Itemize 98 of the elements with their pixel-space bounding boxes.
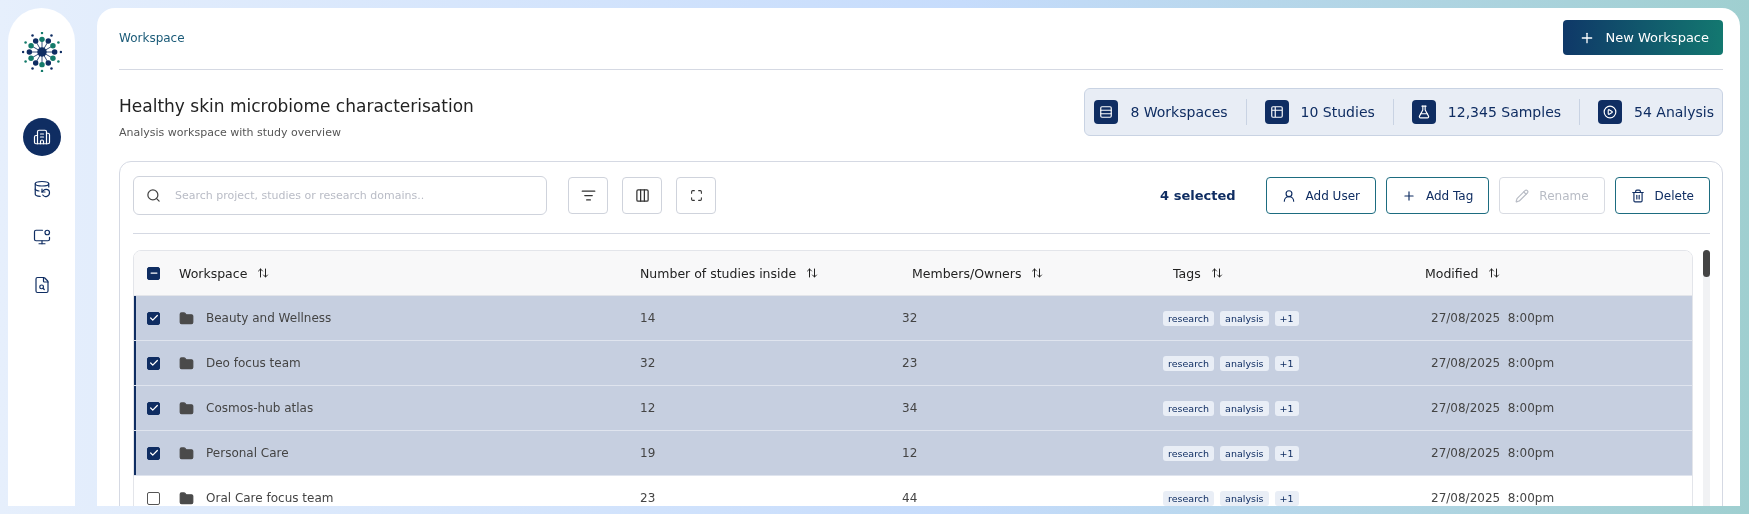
page-title: Healthy skin microbiome characterisation (119, 96, 474, 116)
stat-symbol-icon (1416, 105, 1431, 119)
stat-label: 8 Workspaces (1130, 104, 1228, 120)
sort-icon[interactable] (1031, 267, 1044, 279)
stat-label: 12,345 Samples (1447, 104, 1562, 120)
column-header[interactable]: Tags (1173, 265, 1201, 281)
tag-chip: analysis (1220, 490, 1269, 506)
table-cell-text: 27/08/2025 8:00pm (1430, 356, 1555, 370)
tag-chip: +1 (1274, 490, 1299, 506)
tag-chip: +1 (1274, 355, 1299, 371)
action-button[interactable]: Add Tag (1385, 177, 1490, 214)
stat-label: 54 Analysis (1634, 104, 1714, 120)
table-cell: Personal Care (206, 446, 289, 460)
table-cell-text: 27/08/2025 8:00pm (1430, 401, 1555, 415)
row-checkbox[interactable] (147, 491, 160, 505)
search-icon (146, 188, 161, 203)
search-field[interactable]: Search project, studies or research domains.. (133, 176, 547, 215)
folder-icon (179, 490, 194, 506)
stat-label: 10 Studies (1300, 104, 1375, 120)
new-workspace-button[interactable]: New Workspace (1563, 20, 1723, 55)
table-row[interactable]: Cosmos-hub atlas 12 34 research analysis +1 27/08/2025 8:00pm (134, 386, 1692, 431)
table-cell: 14 (640, 311, 656, 325)
sort-icon[interactable] (1210, 267, 1223, 279)
file-search-icon (32, 276, 51, 294)
folder-icon (179, 445, 194, 461)
tag-chip: research (1163, 400, 1215, 416)
check-icon (148, 358, 159, 368)
tag-chip: +1 (1274, 400, 1299, 416)
table-cell: 44 (902, 491, 918, 505)
row-checkbox[interactable] (147, 401, 160, 415)
table-cell: 19 (640, 446, 656, 460)
building-icon (32, 128, 51, 146)
table-cell: 12 (902, 446, 918, 460)
filter-icon (580, 188, 596, 203)
stat-symbol-icon (1603, 105, 1618, 119)
tag-chip: +1 (1274, 445, 1299, 461)
table-cell: 32 (902, 311, 918, 325)
select-all-checkbox[interactable] (147, 266, 160, 280)
stat-symbol-icon (1269, 105, 1284, 119)
table-row[interactable]: Deo focus team 32 23 research analysis +1 27/08/2025 8:00pm (134, 341, 1692, 386)
stat-symbol-icon (1099, 105, 1114, 119)
table-cell-text: 27/08/2025 8:00pm (1430, 446, 1555, 460)
table-cell-text: 27/08/2025 8:00pm (1430, 491, 1555, 505)
table-cell: 23 (640, 491, 656, 505)
table-cell: 34 (902, 401, 918, 415)
trash-icon (1630, 188, 1645, 203)
page-subtitle: Analysis workspace with study overview (119, 126, 342, 139)
table-cell: 12 (640, 401, 656, 415)
sort-icon[interactable] (1488, 267, 1501, 279)
monitor-icon (32, 228, 51, 246)
selection-count: 4 selected (1160, 188, 1236, 203)
check-icon (148, 313, 159, 323)
nav-item[interactable] (22, 118, 61, 156)
tag-chip: analysis (1220, 310, 1269, 326)
column-header[interactable]: Modified (1425, 265, 1479, 281)
table-cell: Cosmos-hub atlas (206, 401, 314, 415)
tag-chip: research (1163, 445, 1215, 461)
column-header[interactable]: Number of studies inside (640, 265, 797, 281)
table-cell: 32 (640, 356, 656, 370)
user-icon (1281, 188, 1296, 203)
table-row[interactable]: Personal Care 19 12 research analysis +1 27/08/2025 8:00pm (134, 431, 1692, 476)
row-checkbox[interactable] (147, 446, 160, 460)
table-cell: Deo focus team (206, 356, 301, 370)
network-logo (21, 32, 62, 72)
folder-icon (179, 400, 194, 416)
row-checkbox[interactable] (147, 356, 160, 370)
columns-icon (634, 188, 650, 203)
folder-icon (179, 355, 194, 371)
tag-chip: analysis (1220, 400, 1269, 416)
action-button[interactable]: Delete (1614, 177, 1710, 214)
tag-chip: research (1163, 355, 1215, 371)
columns-button[interactable] (622, 177, 662, 214)
sort-icon[interactable] (257, 267, 270, 279)
table-cell: Beauty and Wellness (206, 311, 332, 325)
tag-chip: +1 (1274, 310, 1299, 326)
tag-chip: research (1163, 490, 1215, 506)
tag-chip: analysis (1220, 355, 1269, 371)
database-icon (32, 180, 51, 198)
row-checkbox[interactable] (147, 311, 160, 325)
column-header[interactable]: Workspace (179, 265, 248, 281)
table-cell: 23 (902, 356, 918, 370)
check-icon (148, 448, 159, 458)
filter-button[interactable] (568, 177, 608, 214)
fullscreen-icon (689, 189, 703, 202)
tag-chip: research (1163, 310, 1215, 326)
action-button[interactable]: Add User (1265, 177, 1376, 214)
scrollbar[interactable] (1703, 250, 1710, 506)
pencil-icon (1515, 188, 1530, 203)
check-icon (148, 403, 159, 413)
table-cell-text: 27/08/2025 8:00pm (1430, 311, 1555, 325)
breadcrumb-link[interactable]: Workspace (119, 30, 185, 45)
plus-icon (1401, 188, 1416, 203)
table-row[interactable]: Beauty and Wellness 14 32 research analysis +1 27/08/2025 8:00pm (134, 296, 1692, 341)
sort-icon[interactable] (806, 267, 819, 279)
table-cell: Oral Care focus team (206, 491, 334, 505)
tag-chip: analysis (1220, 445, 1269, 461)
column-header[interactable]: Members/Owners (912, 265, 1022, 281)
folder-icon (179, 310, 194, 326)
